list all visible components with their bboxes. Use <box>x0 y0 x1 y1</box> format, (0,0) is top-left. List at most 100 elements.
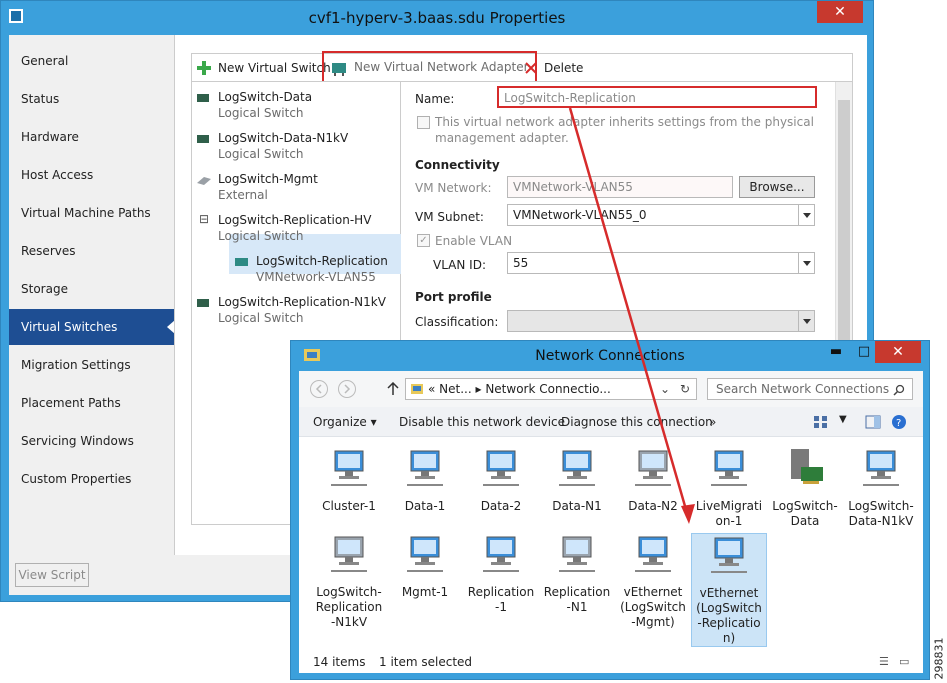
vm-subnet-label: VM Subnet: <box>415 210 484 224</box>
connection-item[interactable]: LogSwitch- Data <box>767 447 843 529</box>
search-input[interactable]: Search Network Connections <box>707 378 913 400</box>
connection-label: (LogSwitch <box>620 600 686 614</box>
nav-item-virtual-switches[interactable]: Virtual Switches <box>9 309 175 345</box>
connection-label: Data-2 <box>480 499 522 513</box>
nav-item-migration-settings[interactable]: Migration Settings <box>9 347 174 383</box>
tree-item-logswitch-replication[interactable]: LogSwitch-Replication VMNetwork-VLAN55 <box>235 254 388 284</box>
connection-item[interactable]: LogSwitch- Data-N1kV <box>843 447 919 529</box>
connection-item[interactable]: vEthernet (LogSwitch -Mgmt) <box>615 533 691 630</box>
connection-label: -Replicatio <box>697 616 761 630</box>
classification-label: Classification: <box>415 315 499 329</box>
connection-label: -N1kV <box>330 615 368 629</box>
tree-item-type: Logical Switch <box>218 229 304 243</box>
vm-subnet-select[interactable]: VMNetwork-VLAN55_0 <box>507 204 815 226</box>
connection-item[interactable]: Replication -N1 <box>539 533 615 615</box>
nav-item-general[interactable]: General <box>9 43 174 79</box>
more-commands-button[interactable]: » <box>709 407 716 437</box>
help-icon[interactable]: ? <box>891 414 907 430</box>
network-adapter-icon <box>635 450 671 486</box>
network-close-button[interactable]: ✕ <box>875 341 921 363</box>
connection-label: (LogSwitch <box>696 601 762 615</box>
tree-item-type: Logical Switch <box>218 106 304 120</box>
new-virtual-network-adapter-label: New Virtual Network Adapter <box>354 60 529 74</box>
tree-item-logswitch-data-n1kv[interactable]: LogSwitch-Data-N1kV Logical Switch <box>197 131 348 161</box>
view-dropdown-icon[interactable]: ▼ <box>839 414 847 425</box>
new-virtual-switch-label: New Virtual Switch <box>218 61 331 75</box>
nav-item-storage[interactable]: Storage <box>9 271 174 307</box>
connection-item[interactable]: LogSwitch- Replication -N1kV <box>311 533 387 630</box>
address-bar[interactable]: « Net... ▸ Network Connectio... ⌄ ↻ <box>405 378 697 400</box>
search-icon <box>893 384 905 396</box>
collapse-toggle-icon[interactable]: ⊟ <box>199 212 209 226</box>
connection-item[interactable]: LiveMigrati on-1 <box>691 447 767 529</box>
inherit-settings-checkbox[interactable] <box>417 116 430 129</box>
name-field[interactable]: LogSwitch-Replication <box>497 86 817 108</box>
forward-icon[interactable] <box>337 379 357 399</box>
connection-label: LogSwitch- <box>848 499 914 513</box>
chevron-down-icon <box>798 311 814 331</box>
selected-count: 1 item selected <box>379 655 473 669</box>
connection-label: -1 <box>495 600 507 614</box>
tree-item-logswitch-replication-n1kv[interactable]: LogSwitch-Replication-N1kV Logical Switc… <box>197 295 386 325</box>
network-adapter-icon <box>407 536 443 572</box>
large-icons-view-icon[interactable]: ▭ <box>899 651 909 673</box>
vlan-id-select[interactable]: 55 <box>507 252 815 274</box>
connection-item[interactable]: Mgmt-1 <box>387 533 463 600</box>
name-label: Name: <box>415 92 455 106</box>
connection-item[interactable]: Data-N2 <box>615 447 691 514</box>
details-view-icon[interactable]: ☰ <box>879 651 889 673</box>
preview-pane-icon[interactable] <box>865 415 881 429</box>
new-virtual-network-adapter-button[interactable]: New Virtual Network Adapter <box>322 51 537 83</box>
tree-item-logswitch-mgmt[interactable]: LogSwitch-Mgmt External <box>197 172 318 202</box>
connection-label: Replication <box>315 600 383 614</box>
svg-text:?: ? <box>896 418 901 429</box>
connection-label: Data-N1kV <box>848 514 914 528</box>
chevron-down-icon <box>798 253 814 273</box>
tree-item-logswitch-replication-hv[interactable]: ⊟ LogSwitch-Replication-HV Logical Switc… <box>199 212 371 243</box>
address-row: « Net... ▸ Network Connectio... ⌄ ↻ Sear… <box>299 371 923 407</box>
connection-label: Data <box>790 514 820 528</box>
address-dropdown-icon[interactable]: ⌄ <box>660 379 670 399</box>
connection-label: LogSwitch- <box>316 585 382 599</box>
maximize-button[interactable]: □ <box>851 343 877 363</box>
nav-item-status[interactable]: Status <box>9 81 174 117</box>
properties-title: cvf1-hyperv-3.baas.sdu Properties <box>308 9 566 27</box>
network-connections-window: Network Connections ▬ □ ✕ « Net... ▸ Net… <box>290 340 930 680</box>
connection-item[interactable]: Data-N1 <box>539 447 615 514</box>
switch-icon <box>197 94 209 102</box>
nav-item-custom-properties[interactable]: Custom Properties <box>9 461 174 497</box>
nav-item-placement-paths[interactable]: Placement Paths <box>9 385 174 421</box>
close-button[interactable]: ✕ <box>817 1 863 23</box>
inherit-settings-text-2: management adapter. <box>435 131 569 145</box>
delete-button[interactable]: Delete <box>524 54 583 82</box>
tree-item-logswitch-data[interactable]: LogSwitch-Data Logical Switch <box>197 90 312 120</box>
chevron-down-icon <box>798 205 814 225</box>
organize-button[interactable]: Organize ▾ <box>313 407 377 437</box>
up-arrow-icon[interactable] <box>387 382 399 396</box>
connection-item[interactable]: Data-2 <box>463 447 539 514</box>
classification-select[interactable] <box>507 310 815 332</box>
disable-device-button[interactable]: Disable this network device <box>399 407 565 437</box>
connection-label: Data-N2 <box>628 499 678 513</box>
connection-item[interactable]: Data-1 <box>387 447 463 514</box>
nav-item-servicing-windows[interactable]: Servicing Windows <box>9 423 174 459</box>
connection-item[interactable]: Cluster-1 <box>311 447 387 514</box>
new-virtual-switch-button[interactable]: New Virtual Switch <box>196 54 331 82</box>
connection-item[interactable]: vEthernet (LogSwitch -Replicatio n) <box>691 533 767 647</box>
properties-title-bar[interactable]: cvf1-hyperv-3.baas.sdu Properties ✕ <box>1 1 873 35</box>
connection-item[interactable]: Replication -1 <box>463 533 539 615</box>
browse-button[interactable]: Browse... <box>739 176 815 198</box>
enable-vlan-checkbox[interactable]: ✓ <box>417 234 430 247</box>
nav-item-virtual-machine-paths[interactable]: Virtual Machine Paths <box>9 195 174 231</box>
view-options-icon[interactable] <box>813 415 829 429</box>
nav-item-reserves[interactable]: Reserves <box>9 233 174 269</box>
refresh-icon[interactable]: ↻ <box>680 379 690 399</box>
nav-item-host-access[interactable]: Host Access <box>9 157 174 193</box>
vm-network-field[interactable]: VMNetwork-VLAN55 <box>507 176 733 198</box>
network-title-bar[interactable]: Network Connections ▬ □ ✕ <box>291 341 929 371</box>
nav-item-hardware[interactable]: Hardware <box>9 119 174 155</box>
view-script-button[interactable]: View Script <box>15 563 89 587</box>
minimize-button[interactable]: ▬ <box>823 343 849 363</box>
diagnose-connection-button[interactable]: Diagnose this connection <box>561 407 713 437</box>
back-icon[interactable] <box>309 379 329 399</box>
